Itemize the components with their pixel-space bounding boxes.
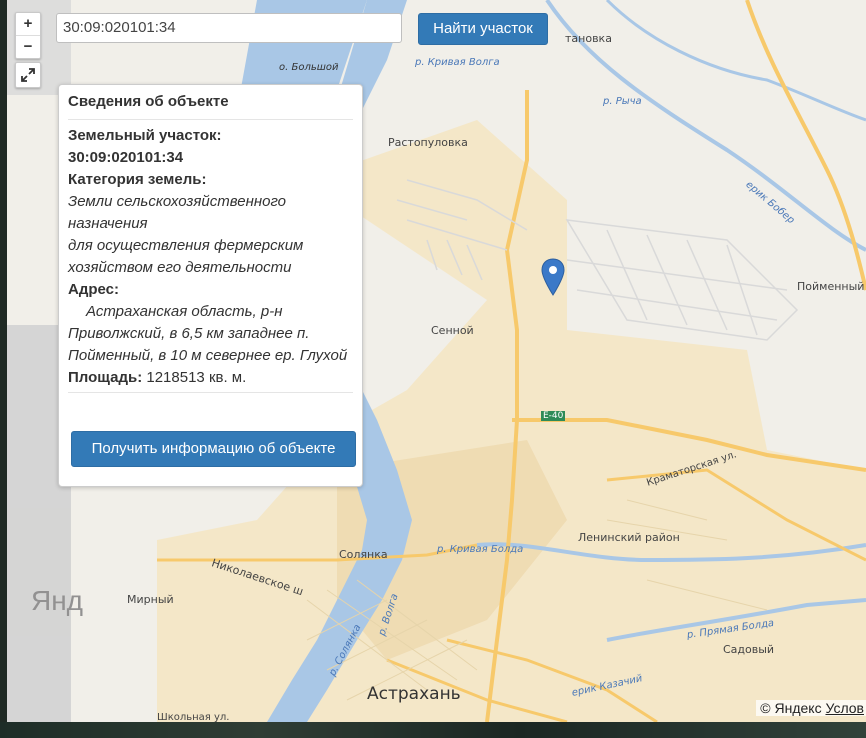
- label-tanovka: тановка: [565, 32, 612, 45]
- panel-title: Сведения об объекте: [68, 93, 353, 120]
- area-value: 1218513 кв. м.: [146, 369, 247, 386]
- label-krivaya-bolda: р. Кривая Болда: [437, 544, 524, 555]
- label-astrakhan: Астрахань: [367, 684, 461, 704]
- route-shield-e40: E-40: [541, 411, 566, 421]
- zoom-out-button[interactable]: −: [16, 35, 40, 58]
- address-value: Астраханская область, р-н Приволжский, в…: [68, 303, 348, 364]
- label-poymenny: Пойменный: [797, 280, 865, 293]
- label-solyanka: Солянка: [339, 548, 388, 561]
- label-rastopulovka: Растопуловка: [388, 136, 468, 149]
- attribution: © Яндекс Услов: [756, 700, 866, 716]
- address-label: Адрес:: [68, 281, 119, 298]
- label-mirny: Мирный: [127, 593, 174, 606]
- label-rycha: р. Рыча: [603, 96, 642, 107]
- label-sennoy: Сенной: [431, 324, 474, 337]
- category-value-line1: Земли сельскохозяйственного назначения: [68, 193, 287, 232]
- label-shkolnaya: Школьная ул.: [157, 712, 230, 722]
- find-parcel-button[interactable]: Найти участок: [418, 13, 548, 45]
- label-bolshoy: о. Большой: [279, 62, 339, 73]
- zoom-in-button[interactable]: +: [16, 13, 40, 35]
- zoom-control: + −: [15, 12, 41, 59]
- parcel-label: Земельный участок:: [68, 127, 222, 144]
- bottom-bar: [0, 722, 866, 738]
- fullscreen-button[interactable]: [15, 62, 41, 88]
- object-info-panel: Сведения об объекте Земельный участок: 3…: [58, 84, 363, 487]
- expand-icon: [21, 68, 35, 82]
- get-object-info-button[interactable]: Получить информацию об объекте: [71, 431, 356, 467]
- parcel-number: 30:09:020101:34: [68, 149, 184, 166]
- label-sadovy: Садовый: [723, 643, 775, 656]
- terms-link[interactable]: Услов: [825, 700, 864, 716]
- category-value-line2: для осуществления фермерским хозяйством …: [68, 237, 304, 276]
- location-marker-icon[interactable]: [541, 258, 565, 296]
- divider: [68, 392, 353, 393]
- ghost-watermark: Янд: [31, 585, 84, 616]
- category-label: Категория земель:: [68, 171, 207, 188]
- cadastral-search-input[interactable]: [56, 13, 402, 43]
- label-krivaya-volga: р. Кривая Волга: [415, 57, 500, 68]
- area-label: Площадь:: [68, 369, 143, 386]
- attribution-prefix: © Яндекс: [760, 700, 822, 716]
- label-leninsky: Ленинский район: [578, 531, 680, 544]
